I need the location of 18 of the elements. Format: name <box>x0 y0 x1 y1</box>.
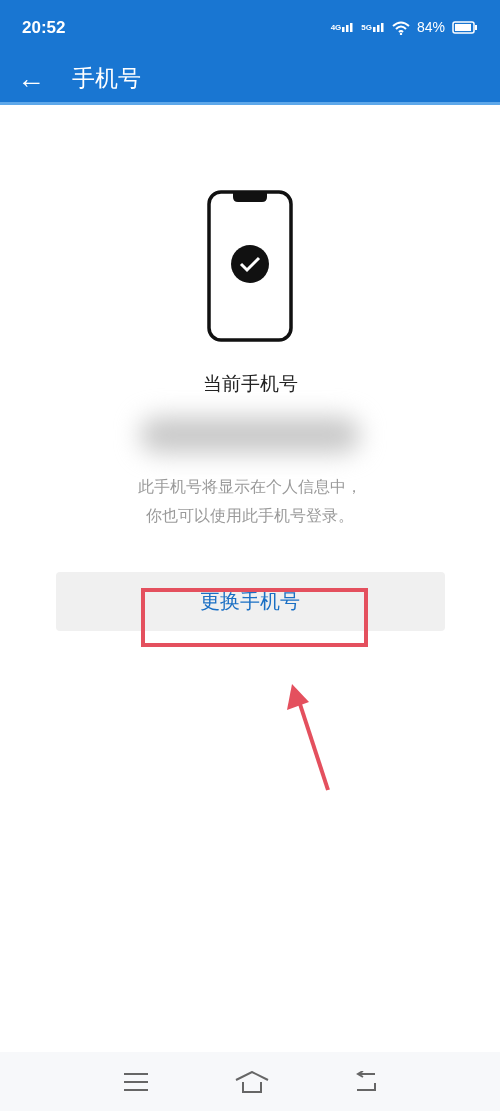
network-label: 4G <box>330 24 342 32</box>
signal-icon <box>372 23 385 32</box>
signal-icon <box>342 23 355 32</box>
menu-icon[interactable] <box>123 1071 149 1092</box>
back-button[interactable]: ← <box>16 64 46 93</box>
wifi-icon <box>391 20 410 35</box>
change-phone-button[interactable]: 更换手机号 <box>55 571 445 631</box>
description-line: 此手机号将显示在个人信息中， <box>138 476 362 497</box>
page-title: 手机号 <box>72 64 141 94</box>
home-icon[interactable] <box>235 1070 269 1093</box>
back-icon[interactable] <box>355 1070 377 1093</box>
phone-check-icon <box>207 190 293 342</box>
description-line: 你也可以使用此手机号登录。 <box>146 505 354 526</box>
current-phone-label: 当前手机号 <box>202 372 298 396</box>
network-label: 5G <box>361 24 372 32</box>
status-time: 20:52 <box>22 16 66 39</box>
battery-icon <box>452 21 478 34</box>
battery-percent: 84% <box>416 18 445 37</box>
